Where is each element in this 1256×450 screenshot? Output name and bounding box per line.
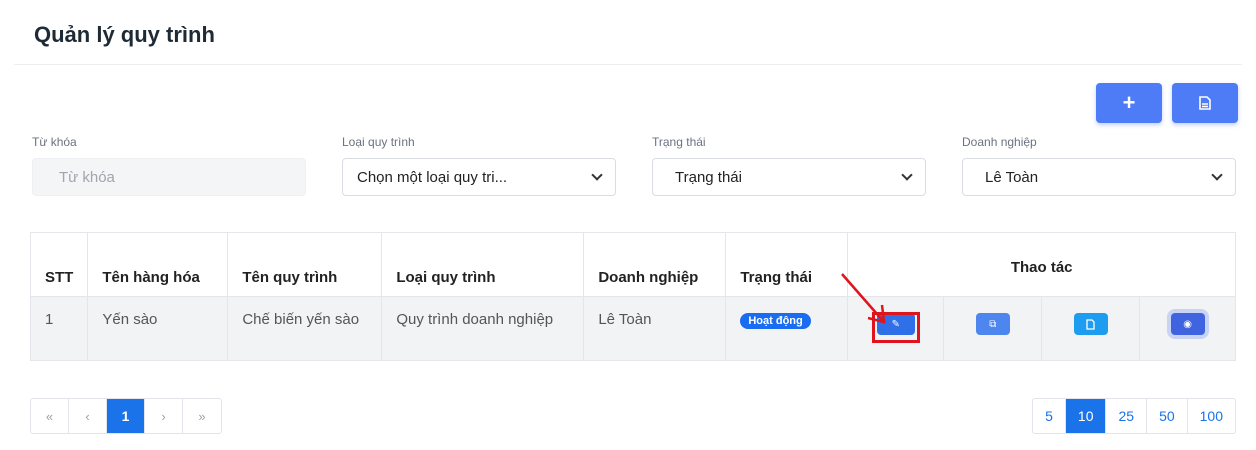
company-value: Lê Toàn bbox=[985, 168, 1039, 186]
chevron-down-icon bbox=[591, 169, 603, 181]
status-value: Trạng thái bbox=[675, 168, 742, 186]
header-process-name: Tên quy trình bbox=[227, 232, 383, 297]
copy-icon: ⧉ bbox=[989, 318, 997, 330]
keyword-input[interactable]: Từ khóa bbox=[32, 158, 306, 196]
table-row: 1 Yến sào Chế biến yến sào Quy trình doa… bbox=[29, 296, 1236, 361]
header-product: Tên hàng hóa bbox=[87, 232, 229, 297]
add-button[interactable]: + bbox=[1096, 83, 1162, 123]
status-badge: Hoạt động bbox=[740, 313, 811, 329]
page-size-option[interactable]: 25 bbox=[1106, 399, 1148, 433]
process-type-select[interactable]: Chọn một loại quy tri... bbox=[342, 158, 616, 196]
status-select[interactable]: Trạng thái bbox=[652, 158, 926, 196]
cell-product: Yến sào bbox=[87, 296, 229, 361]
cell-process-type: Quy trình doanh nghiệp bbox=[381, 296, 585, 361]
header-actions: Thao tác bbox=[847, 232, 1236, 297]
cell-index: 1 bbox=[29, 296, 89, 361]
chevron-down-icon bbox=[901, 169, 913, 181]
page-title: Quản lý quy trình bbox=[34, 22, 215, 47]
prev-page-button[interactable]: ‹ bbox=[69, 399, 107, 433]
keyword-label: Từ khóa bbox=[32, 135, 77, 149]
plus-icon: + bbox=[1122, 90, 1136, 115]
red-arrow-annotation bbox=[841, 273, 886, 324]
process-type-label: Loại quy trình bbox=[342, 135, 415, 149]
page-size-option[interactable]: 100 bbox=[1188, 399, 1235, 433]
page-size-option[interactable]: 5 bbox=[1033, 399, 1066, 433]
table-header-row: STT Tên hàng hóa Tên quy trình Loại quy … bbox=[29, 232, 1236, 297]
cell-document bbox=[1041, 296, 1141, 361]
status-label: Trạng thái bbox=[652, 135, 706, 149]
document-button[interactable] bbox=[1073, 313, 1108, 335]
header-company: Doanh nghiệp bbox=[583, 232, 727, 297]
cell-status: Hoạt động bbox=[725, 296, 849, 361]
next-page-button[interactable]: › bbox=[145, 399, 183, 433]
header-index: STT bbox=[29, 232, 89, 297]
process-type-value: Chọn một loại quy tri... bbox=[357, 168, 508, 186]
copy-button[interactable]: ⧉ bbox=[975, 313, 1010, 335]
page-size-selector: 5 10 25 50 100 bbox=[1032, 398, 1236, 434]
page-size-option[interactable]: 50 bbox=[1147, 399, 1188, 433]
cell-view: ◉ bbox=[1139, 296, 1236, 361]
header-status: Trạng thái bbox=[725, 232, 849, 297]
view-button[interactable]: ◉ bbox=[1170, 313, 1205, 335]
process-table: STT Tên hàng hóa Tên quy trình Loại quy … bbox=[29, 232, 1236, 361]
chevron-down-icon bbox=[1211, 169, 1223, 181]
company-label: Doanh nghiệp bbox=[962, 135, 1037, 149]
current-page-button[interactable]: 1 bbox=[107, 399, 145, 433]
document-icon bbox=[1086, 318, 1095, 330]
title-divider bbox=[14, 64, 1242, 65]
page-size-option-selected[interactable]: 10 bbox=[1065, 399, 1107, 433]
keyword-placeholder: Từ khóa bbox=[59, 168, 115, 186]
first-page-button[interactable]: « bbox=[31, 399, 69, 433]
export-button[interactable] bbox=[1172, 83, 1238, 123]
eye-icon: ◉ bbox=[1183, 318, 1193, 330]
cell-process-name: Chế biến yến sào bbox=[227, 296, 383, 361]
document-icon bbox=[1199, 96, 1211, 110]
pagination: « ‹ 1 › » bbox=[30, 398, 222, 434]
cell-company: Lê Toàn bbox=[583, 296, 727, 361]
company-select[interactable]: Lê Toàn bbox=[962, 158, 1236, 196]
header-process-type: Loại quy trình bbox=[381, 232, 585, 297]
cell-copy: ⧉ bbox=[943, 296, 1043, 361]
last-page-button[interactable]: » bbox=[183, 399, 221, 433]
